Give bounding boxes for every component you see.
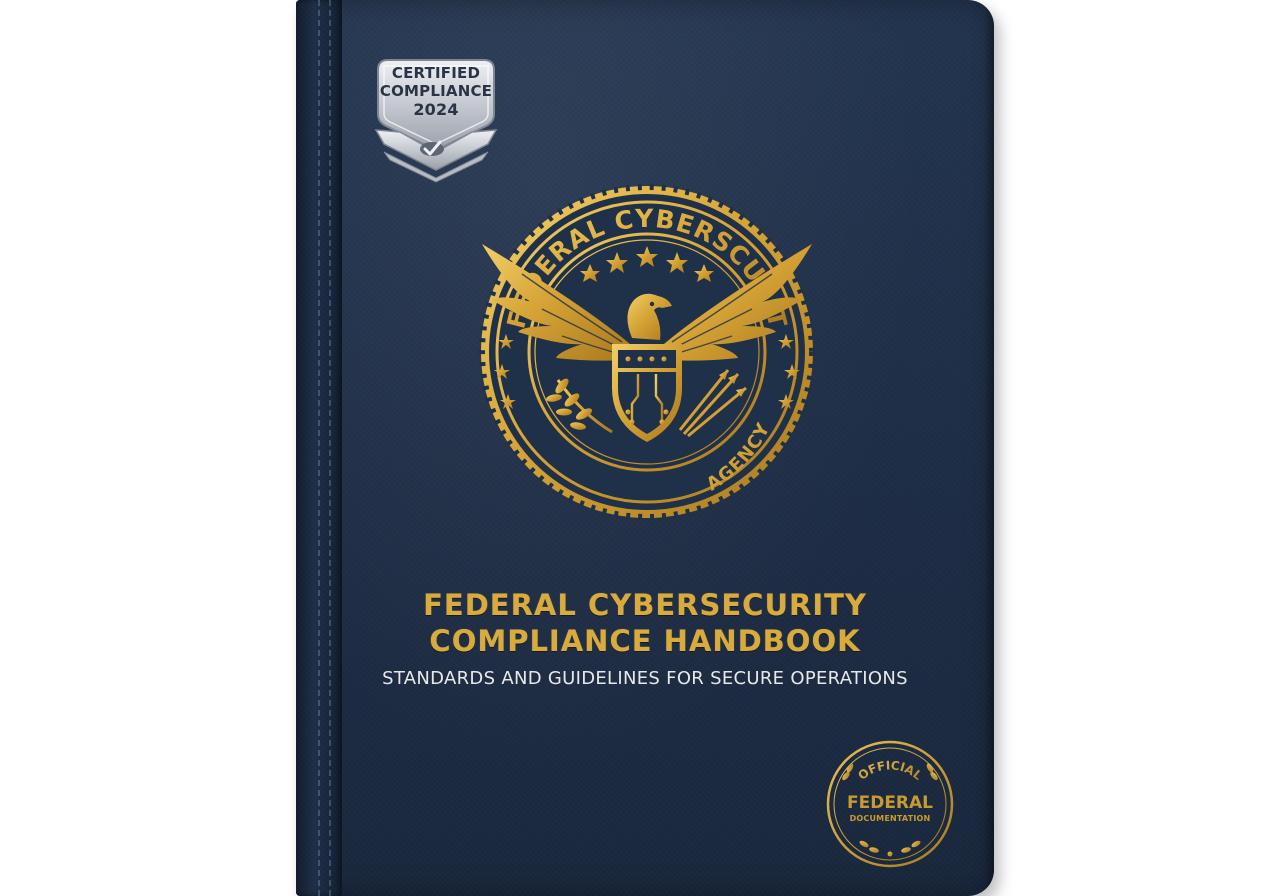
badge-line-2: COMPLIANCE (379, 82, 493, 100)
stamp-top-text: OFFICIAL (855, 758, 925, 783)
spine-stitching (318, 0, 320, 896)
certified-compliance-badge: CERTIFIED COMPLIANCE 2024 (370, 52, 502, 184)
book-spine (296, 0, 342, 896)
spine-stitching (329, 0, 331, 896)
checkmark-icon (420, 140, 444, 156)
badge-year: 2024 (413, 100, 459, 119)
cover-subtitle: STANDARDS AND GUIDELINES FOR SECURE OPER… (382, 668, 908, 689)
cover-title-line-2: COMPLIANCE HANDBOOK (429, 624, 861, 658)
stamp-main-text: FEDERAL (846, 793, 934, 813)
cover-title-line-1: FEDERAL CYBERSECURITY (423, 588, 867, 622)
cover-edge (984, 0, 994, 896)
stamp-sub-text: DOCUMENTATION (849, 814, 931, 823)
badge-line-1: CERTIFIED (391, 64, 481, 82)
svg-text:OFFICIAL: OFFICIAL (855, 758, 925, 783)
agency-seal: FEDERAL CYBERSCURIT AGENCY (462, 174, 832, 530)
